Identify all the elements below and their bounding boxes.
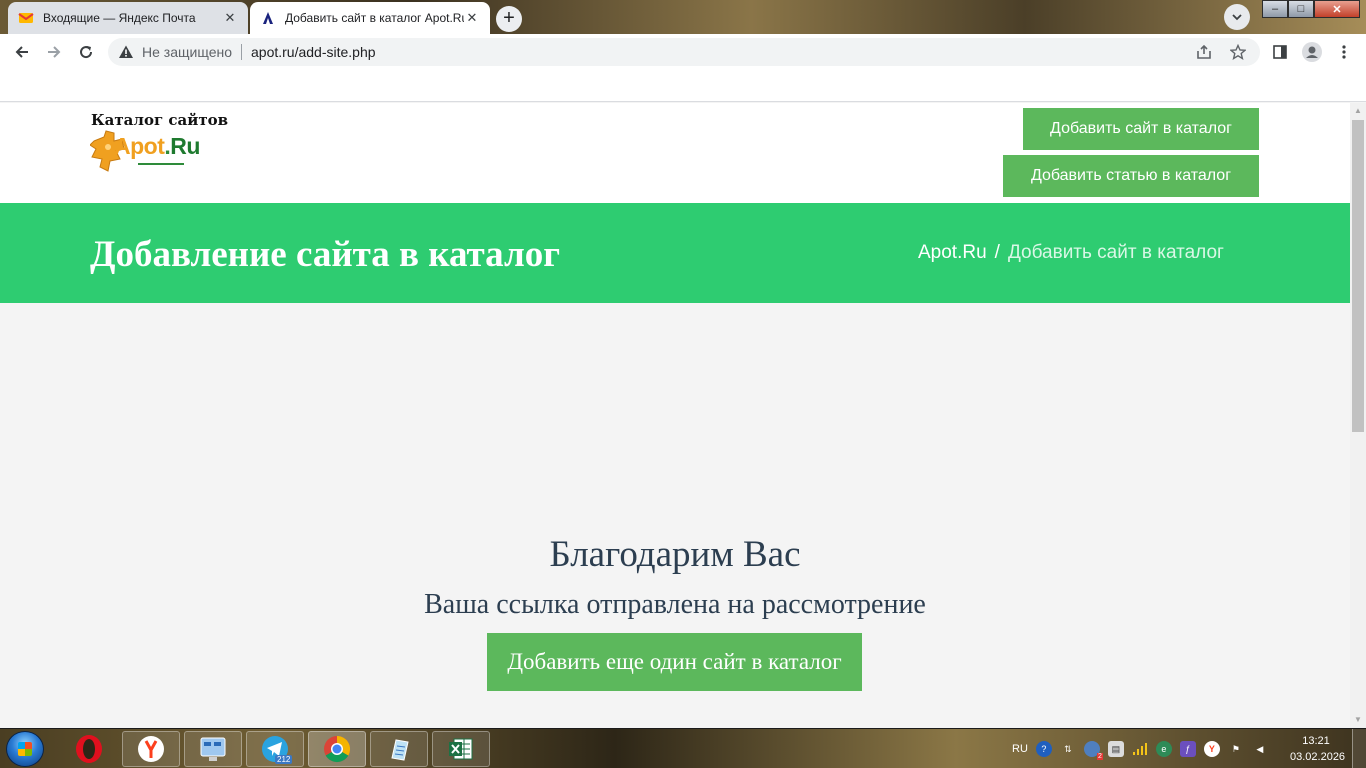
- site-header: Каталог сайтов Apot.Ru Добавить сайт в к…: [0, 103, 1350, 203]
- tab-strip: Входящие — Яндекс Почта ✕ Добавить сайт …: [0, 0, 1366, 34]
- language-indicator[interactable]: RU: [1012, 743, 1028, 755]
- action-center-flag-icon[interactable]: ⚑: [1228, 741, 1244, 757]
- usb-device-icon[interactable]: ▤: [1107, 741, 1124, 757]
- help-icon[interactable]: ?: [1035, 741, 1052, 757]
- taskbar-control-panel[interactable]: [184, 731, 242, 767]
- window-minimize-button[interactable]: –: [1262, 0, 1288, 18]
- tab-apot-add-site[interactable]: Добавить сайт в каталог Apot.Ru ✕: [250, 2, 490, 34]
- scroll-down-icon[interactable]: ▼: [1350, 712, 1366, 728]
- windows-taskbar: 212 RU ? ⇅ 2 ▤ e ƒ Y ⚑ ◀ 13:21 03.02.202…: [0, 728, 1366, 768]
- taskbar-telegram[interactable]: 212: [246, 731, 304, 767]
- chrome-icon: [324, 735, 351, 763]
- display-switch-icon[interactable]: ⇅: [1060, 741, 1076, 757]
- add-another-site-button[interactable]: Добавить еще один сайт в каталог: [487, 633, 862, 691]
- chevron-down-icon: [1232, 14, 1242, 21]
- control-panel-icon: [200, 737, 226, 761]
- yandex-tray-icon[interactable]: Y: [1203, 741, 1220, 757]
- mail-notify-badge: 2: [1096, 753, 1103, 760]
- notes-app-icon: [391, 739, 409, 761]
- page-banner: Добавление сайта в каталог Apot.Ru / Добав…: [0, 203, 1350, 303]
- mail-icon: [18, 13, 34, 23]
- profile-button[interactable]: [1298, 38, 1326, 66]
- start-button[interactable]: [6, 731, 44, 767]
- tab-yandex-mail[interactable]: Входящие — Яндекс Почта ✕: [8, 2, 248, 34]
- avatar-icon: [1302, 42, 1322, 62]
- volume-icon[interactable]: ◀: [1252, 741, 1268, 757]
- site-logo[interactable]: Apot.Ru: [90, 127, 230, 175]
- taskbar-chrome[interactable]: [308, 731, 366, 767]
- close-tab-icon[interactable]: ✕: [464, 10, 480, 26]
- logo-underline: [138, 163, 184, 165]
- scroll-thumb[interactable]: [1352, 120, 1364, 432]
- logo-wordmark: Apot.Ru: [114, 133, 200, 160]
- window-maximize-button[interactable]: □: [1288, 0, 1314, 18]
- thanks-heading: Благодарим Вас: [549, 534, 801, 575]
- new-tab-button[interactable]: +: [496, 6, 522, 32]
- reload-button[interactable]: [72, 38, 100, 66]
- show-desktop-button[interactable]: [1352, 729, 1366, 768]
- reload-icon: [80, 46, 93, 59]
- tray-app-icon[interactable]: ƒ: [1179, 741, 1196, 757]
- system-tray: RU ? ⇅ 2 ▤ e ƒ Y ⚑ ◀: [1012, 729, 1268, 768]
- clock-time: 13:21: [1302, 735, 1330, 747]
- url-text[interactable]: apot.ru/add-site.php: [251, 44, 376, 60]
- telegram-unread-badge: 212: [275, 755, 293, 764]
- browser-menu-button[interactable]: [1330, 38, 1358, 66]
- submission-message: Ваша ссылка отправлена на рассмотрение: [424, 589, 926, 620]
- mail-notify-icon[interactable]: 2: [1083, 741, 1103, 760]
- taskbar-excel[interactable]: [432, 731, 490, 767]
- excel-icon: [449, 738, 473, 760]
- star-icon: [1230, 44, 1246, 60]
- address-divider: [241, 44, 242, 60]
- apot-favicon-icon: [263, 12, 273, 24]
- page-viewport: Каталог сайтов Apot.Ru Добавить сайт в к…: [0, 103, 1350, 728]
- logo-part-apot: Apot: [114, 133, 165, 159]
- close-tab-icon[interactable]: ✕: [222, 10, 238, 26]
- arrow-left-icon: [15, 46, 28, 58]
- opera-icon: [76, 735, 102, 763]
- breadcrumb-separator: /: [994, 242, 1000, 263]
- add-site-button[interactable]: Добавить сайт в каталог: [1023, 108, 1259, 150]
- side-panel-button[interactable]: [1266, 38, 1294, 66]
- scroll-up-icon[interactable]: ▲: [1350, 103, 1366, 119]
- breadcrumb-home-link[interactable]: Apot.Ru: [918, 242, 987, 263]
- breadcrumb-current: Добавить сайт в каталог: [1007, 242, 1224, 263]
- bookmarks-bar: [0, 70, 1366, 102]
- share-button[interactable]: [1196, 38, 1212, 66]
- page-title: Добавление сайта в каталог: [90, 234, 561, 275]
- breadcrumb: Apot.Ru / Добавить сайт в каталог: [918, 242, 1224, 264]
- forward-button[interactable]: [40, 38, 68, 66]
- browser-toolbar: Не защищено apot.ru/add-site.php: [0, 34, 1366, 70]
- share-icon: [1197, 44, 1211, 59]
- warning-icon[interactable]: [118, 44, 134, 60]
- clock-date: 03.02.2026: [1290, 751, 1346, 763]
- taskbar-clock[interactable]: 13:21 03.02.2026: [1290, 733, 1346, 765]
- taskbar-yandex-browser[interactable]: [122, 731, 180, 767]
- tab-title: Добавить сайт в каталог Apot.Ru: [285, 11, 464, 25]
- add-article-button[interactable]: Добавить статью в каталог: [1003, 155, 1259, 197]
- address-bar[interactable]: Не защищено apot.ru/add-site.php: [108, 38, 1260, 66]
- side-panel-icon: [1273, 45, 1287, 59]
- bookmark-star-button[interactable]: [1230, 38, 1246, 66]
- tab-search-button[interactable]: [1224, 4, 1250, 30]
- tab-title: Входящие — Яндекс Почта: [43, 11, 196, 25]
- yandex-browser-icon: [138, 736, 164, 762]
- taskbar-notes-app[interactable]: [370, 731, 428, 767]
- taskbar-opera[interactable]: [60, 731, 118, 767]
- window-close-button[interactable]: ✕: [1314, 0, 1360, 18]
- arrow-right-icon: [48, 46, 61, 58]
- page-scrollbar[interactable]: ▲ ▼: [1350, 103, 1366, 728]
- security-label[interactable]: Не защищено: [142, 44, 232, 60]
- antivirus-icon[interactable]: e: [1155, 741, 1172, 757]
- kebab-menu-icon: [1342, 45, 1346, 59]
- back-button[interactable]: [8, 38, 36, 66]
- network-signal-icon[interactable]: [1132, 741, 1148, 757]
- logo-part-ru: Ru: [170, 133, 200, 159]
